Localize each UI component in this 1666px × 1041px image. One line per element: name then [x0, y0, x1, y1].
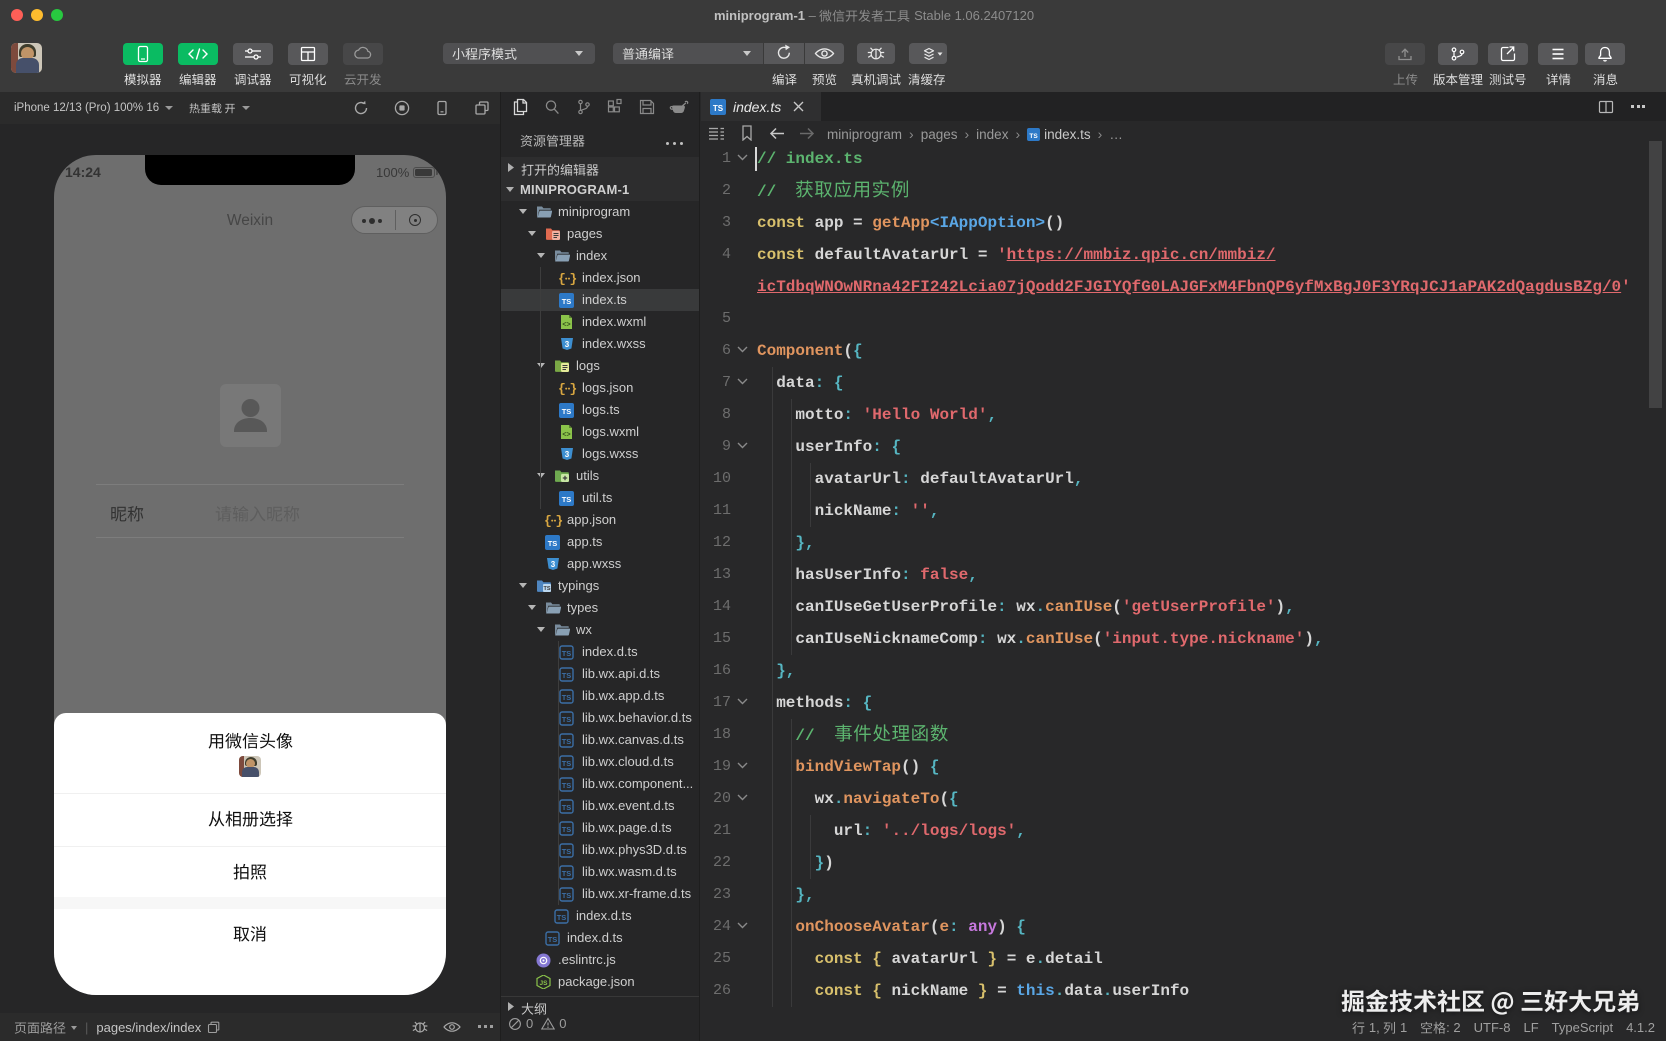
svg-text:TS: TS	[562, 781, 572, 790]
svg-text:3: 3	[551, 560, 556, 569]
svg-text:TS: TS	[557, 913, 567, 922]
svg-text:}: }	[570, 272, 578, 287]
svg-text:TS: TS	[562, 693, 572, 702]
svg-text:TS: TS	[562, 737, 572, 746]
svg-text:TS: TS	[713, 104, 724, 113]
svg-text:TS: TS	[562, 891, 572, 900]
svg-text:TS: TS	[562, 825, 572, 834]
svg-text:{: {	[558, 272, 566, 287]
svg-text:TS: TS	[543, 586, 550, 592]
svg-text:}: }	[556, 514, 564, 529]
svg-text:TS: TS	[548, 539, 558, 548]
svg-text:3: 3	[565, 450, 570, 459]
svg-text:TS: TS	[562, 715, 572, 724]
svg-text:TS: TS	[562, 847, 572, 856]
svg-text:TS: TS	[562, 407, 572, 416]
svg-text:<>: <>	[562, 432, 570, 439]
svg-text:TS: TS	[562, 297, 572, 306]
svg-text:TS: TS	[1029, 133, 1038, 140]
svg-text:}: }	[570, 382, 578, 397]
svg-text:TS: TS	[562, 869, 572, 878]
svg-text:TS: TS	[548, 935, 558, 944]
svg-text:TS: TS	[562, 671, 572, 680]
svg-text:TS: TS	[562, 759, 572, 768]
svg-text:TS: TS	[562, 803, 572, 812]
svg-text:{: {	[558, 382, 566, 397]
svg-text:TS: TS	[562, 649, 572, 658]
svg-text:TS: TS	[562, 495, 572, 504]
svg-text:3: 3	[565, 340, 570, 349]
svg-text:{: {	[544, 514, 552, 529]
svg-text:<>: <>	[562, 322, 570, 329]
svg-text:JS: JS	[540, 980, 549, 987]
